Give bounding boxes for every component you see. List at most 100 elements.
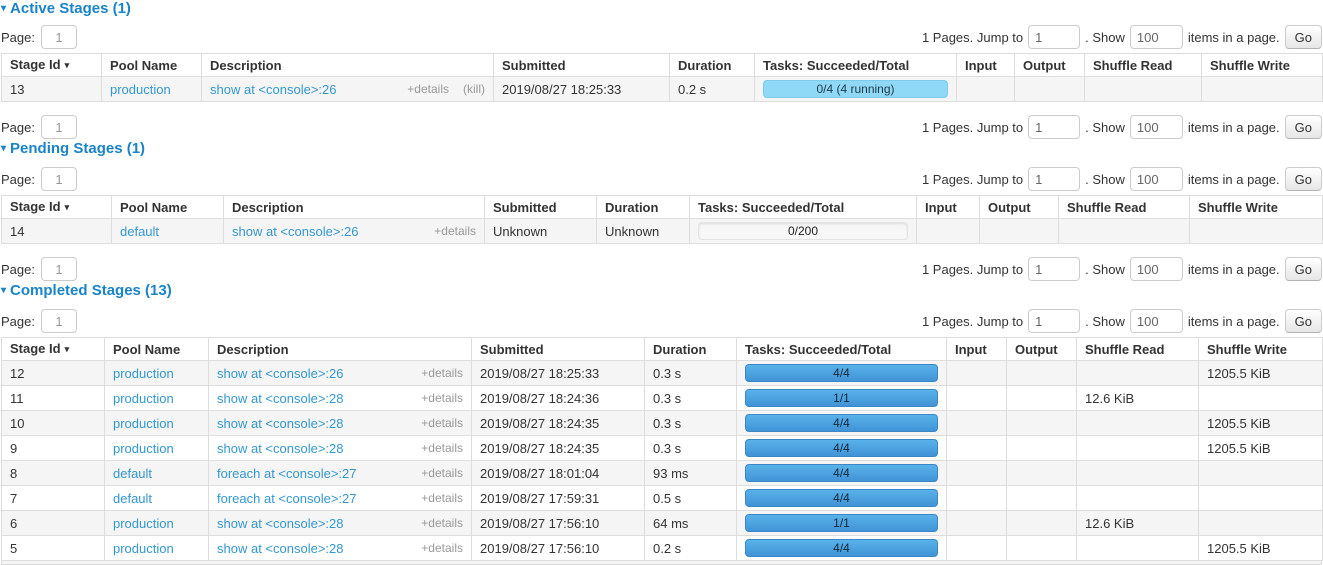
column-header-shuffle-read[interactable]: Shuffle Read [1059, 196, 1190, 219]
table-header-row: Stage Id▾ Pool Name Description Submitte… [2, 196, 1323, 219]
column-header-duration[interactable]: Duration [670, 54, 755, 77]
details-toggle[interactable]: +details [421, 366, 463, 381]
page-number-input[interactable] [41, 257, 77, 281]
cell-shuffle-write [1199, 386, 1323, 411]
column-header-shuffle-read[interactable]: Shuffle Read [1085, 54, 1202, 77]
table-row: 12 production +details show at <console>… [2, 361, 1323, 386]
column-header-submitted[interactable]: Submitted [494, 54, 670, 77]
stage-description-link[interactable]: show at <console>:26 [232, 224, 358, 239]
column-header-input[interactable]: Input [957, 54, 1015, 77]
column-header-tasks[interactable]: Tasks: Succeeded/Total [690, 196, 917, 219]
page-number-input[interactable] [41, 167, 77, 191]
stage-description-link[interactable]: foreach at <console>:27 [217, 491, 357, 506]
column-header-input[interactable]: Input [917, 196, 980, 219]
column-header-stage-id[interactable]: Stage Id▾ [2, 338, 105, 361]
go-button[interactable]: Go [1285, 25, 1322, 49]
column-header-output[interactable]: Output [1007, 338, 1077, 361]
column-header-description[interactable]: Description [202, 54, 494, 77]
column-header-duration[interactable]: Duration [597, 196, 690, 219]
items-per-page-input[interactable] [1130, 25, 1183, 49]
go-button[interactable]: Go [1285, 257, 1322, 281]
cell-submitted: 2019/08/27 18:25:33 [494, 77, 670, 102]
items-per-page-input[interactable] [1130, 115, 1183, 139]
details-toggle[interactable]: +details [421, 516, 463, 531]
stage-description-link[interactable]: show at <console>:28 [217, 516, 343, 531]
jump-to-page-input[interactable] [1028, 309, 1080, 333]
jump-to-page-input[interactable] [1028, 115, 1080, 139]
details-toggle[interactable]: +details [421, 391, 463, 406]
details-toggle[interactable]: +details [421, 466, 463, 481]
table-row: 6 production +details show at <console>:… [2, 511, 1323, 536]
go-button[interactable]: Go [1285, 167, 1322, 191]
section-header-pending-stages[interactable]: ▾Pending Stages (1) [1, 140, 1322, 158]
column-header-duration[interactable]: Duration [645, 338, 737, 361]
details-toggle[interactable]: +details [421, 441, 463, 456]
column-header-pool-name[interactable]: Pool Name [102, 54, 202, 77]
jump-to-page-input[interactable] [1028, 167, 1080, 191]
section-header-active-stages[interactable]: ▾Active Stages (1) [1, 0, 1322, 18]
column-header-pool-name[interactable]: Pool Name [105, 338, 209, 361]
column-header-shuffle-write[interactable]: Shuffle Write [1202, 54, 1323, 77]
pool-link[interactable]: default [120, 224, 159, 239]
stage-description-link[interactable]: show at <console>:28 [217, 416, 343, 431]
column-header-shuffle-read[interactable]: Shuffle Read [1077, 338, 1199, 361]
pool-link[interactable]: production [113, 516, 174, 531]
section-header-completed-stages[interactable]: ▾Completed Stages (13) [1, 282, 1322, 300]
cell-output [1007, 461, 1077, 486]
page-number-input[interactable] [41, 309, 77, 333]
items-per-page-input[interactable] [1130, 309, 1183, 333]
pool-link[interactable]: production [113, 441, 174, 456]
column-header-description[interactable]: Description [209, 338, 472, 361]
column-header-output[interactable]: Output [1015, 54, 1085, 77]
column-header-stage-id[interactable]: Stage Id▾ [2, 196, 112, 219]
pagination-row: Page: 1 Pages. Jump to . Show items in a… [1, 114, 1322, 140]
stage-description-link[interactable]: show at <console>:28 [217, 541, 343, 556]
table-row: 7 default +details foreach at <console>:… [2, 486, 1323, 511]
collapse-arrow-icon: ▾ [1, 143, 6, 154]
column-header-tasks[interactable]: Tasks: Succeeded/Total [737, 338, 947, 361]
pages-count-text: 1 Pages. Jump to [922, 314, 1023, 329]
column-header-shuffle-write[interactable]: Shuffle Write [1190, 196, 1323, 219]
items-per-page-input[interactable] [1130, 167, 1183, 191]
pool-link[interactable]: production [110, 82, 171, 97]
go-button[interactable]: Go [1285, 309, 1322, 333]
column-header-stage-id[interactable]: Stage Id▾ [2, 54, 102, 77]
column-header-submitted[interactable]: Submitted [472, 338, 645, 361]
pool-link[interactable]: production [113, 391, 174, 406]
details-toggle[interactable]: +details [421, 416, 463, 431]
details-toggle[interactable]: +details [421, 541, 463, 556]
cell-stage-id: 11 [2, 386, 105, 411]
pool-link[interactable]: default [113, 491, 152, 506]
column-header-shuffle-write[interactable]: Shuffle Write [1199, 338, 1323, 361]
jump-to-page-input[interactable] [1028, 25, 1080, 49]
stage-description-link[interactable]: show at <console>:26 [217, 366, 343, 381]
stage-description-link[interactable]: show at <console>:28 [217, 441, 343, 456]
pool-link[interactable]: default [113, 466, 152, 481]
pool-link[interactable]: production [113, 541, 174, 556]
pool-link[interactable]: production [113, 416, 174, 431]
column-header-pool-name[interactable]: Pool Name [112, 196, 224, 219]
page-number-input[interactable] [41, 115, 77, 139]
page-number-input[interactable] [41, 25, 77, 49]
column-header-tasks[interactable]: Tasks: Succeeded/Total [755, 54, 957, 77]
tasks-progress-bar: 4/4 [745, 414, 938, 432]
details-toggle[interactable]: +details [421, 491, 463, 506]
stage-description-link[interactable]: show at <console>:28 [217, 391, 343, 406]
kill-link[interactable]: (kill) [463, 82, 485, 97]
items-per-page-input[interactable] [1130, 257, 1183, 281]
details-toggle[interactable]: +details [434, 224, 476, 239]
pool-link[interactable]: production [113, 366, 174, 381]
cell-shuffle-write [1190, 219, 1323, 244]
stage-description-link[interactable]: foreach at <console>:27 [217, 466, 357, 481]
go-button[interactable]: Go [1285, 115, 1322, 139]
cell-input [947, 386, 1007, 411]
details-toggle[interactable]: +details [407, 82, 449, 97]
column-header-output[interactable]: Output [980, 196, 1059, 219]
column-header-submitted[interactable]: Submitted [485, 196, 597, 219]
stage-description-link[interactable]: show at <console>:26 [210, 82, 336, 97]
jump-to-page-input[interactable] [1028, 257, 1080, 281]
cell-submitted: 2019/08/27 18:24:35 [472, 411, 645, 436]
column-header-input[interactable]: Input [947, 338, 1007, 361]
cell-shuffle-write: 1205.5 KiB [1199, 361, 1323, 386]
column-header-description[interactable]: Description [224, 196, 485, 219]
